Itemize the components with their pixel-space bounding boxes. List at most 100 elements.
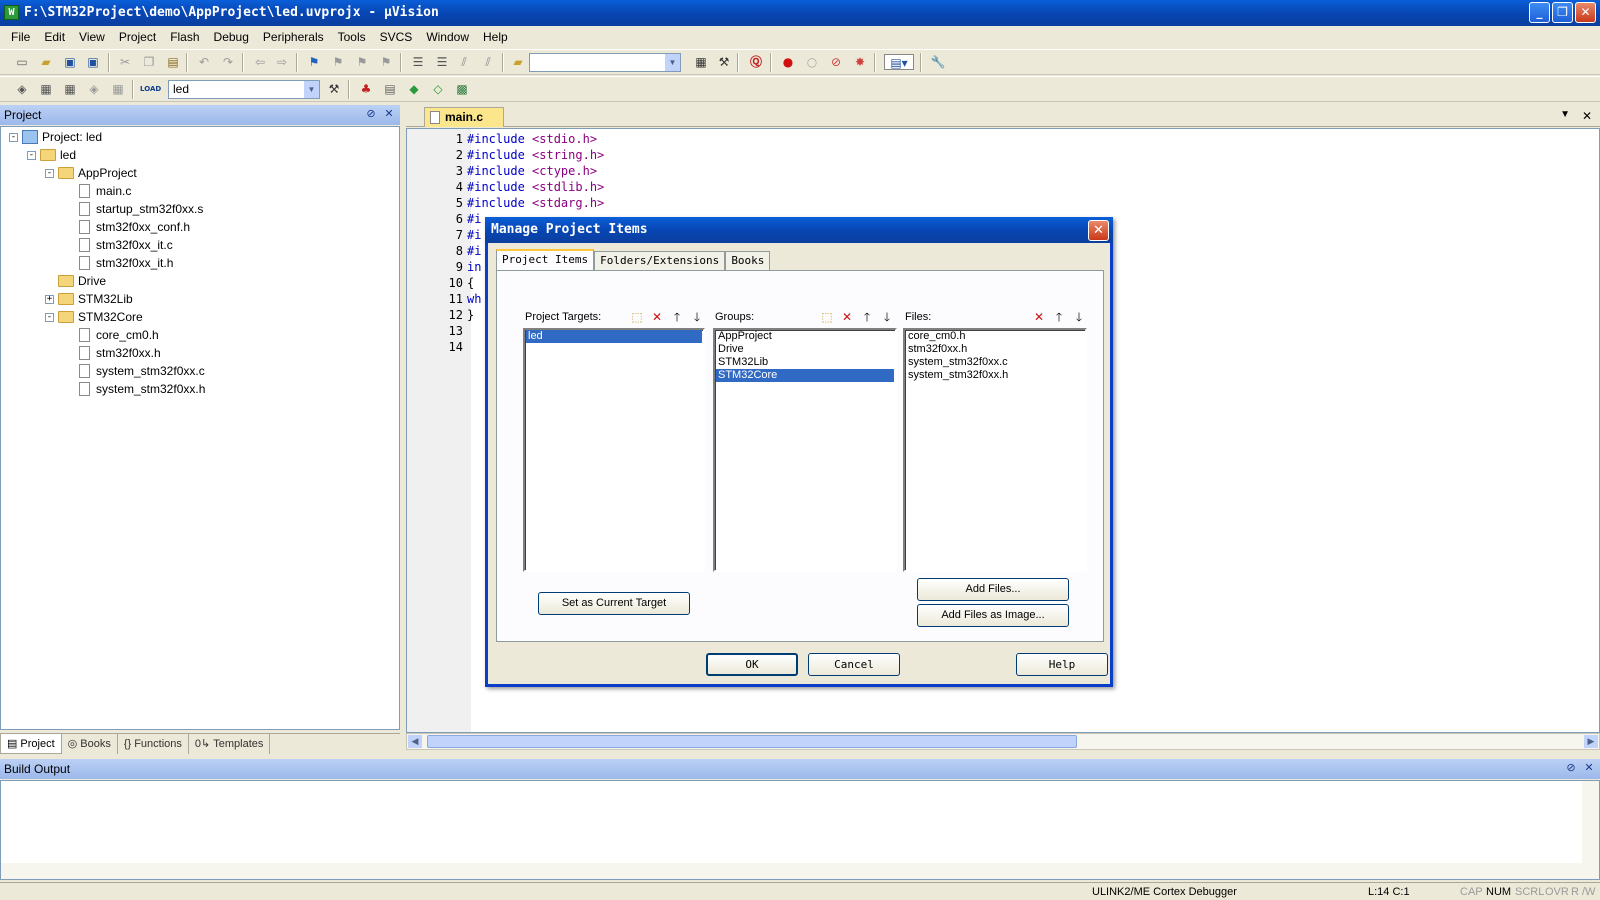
list-item[interactable]: AppProject: [716, 330, 894, 343]
rebuild-icon[interactable]: ▦: [62, 81, 78, 97]
close-button[interactable]: ✕: [1575, 2, 1596, 23]
disable-breakpoint-icon[interactable]: ○: [804, 54, 820, 70]
pin-icon[interactable]: ⊘: [1564, 761, 1578, 775]
collapse-icon[interactable]: -: [45, 168, 54, 178]
menu-window[interactable]: Window: [419, 30, 476, 44]
collapse-icon[interactable]: -: [9, 132, 18, 142]
move-down-icon[interactable]: 🡓: [1071, 309, 1087, 325]
editor-tab-main-c[interactable]: main.c: [424, 107, 504, 127]
tree-item-file[interactable]: core_cm0.h: [79, 326, 159, 344]
list-item[interactable]: stm32f0xx.h: [906, 343, 1084, 356]
build-icon[interactable]: ▦: [38, 81, 54, 97]
list-item[interactable]: system_stm32f0xx.c: [906, 356, 1084, 369]
menu-tools[interactable]: Tools: [331, 30, 373, 44]
find-in-files-icon[interactable]: ▰: [510, 54, 526, 70]
build-output-text[interactable]: [0, 780, 1600, 880]
dialog-close-button[interactable]: ✕: [1088, 220, 1109, 241]
indent-icon[interactable]: ☰: [410, 54, 426, 70]
incremental-find-icon[interactable]: ⚒: [716, 54, 732, 70]
tree-item-group[interactable]: - AppProject: [45, 164, 137, 182]
menu-svcs[interactable]: SVCS: [373, 30, 420, 44]
move-up-icon[interactable]: 🡑: [669, 309, 685, 325]
undo-icon[interactable]: ↶: [196, 54, 212, 70]
restore-button[interactable]: ❐: [1552, 2, 1573, 23]
tab-folders-extensions[interactable]: Folders/Extensions: [594, 251, 726, 271]
chevron-down-icon[interactable]: ▼: [304, 81, 319, 98]
move-up-icon[interactable]: 🡑: [859, 309, 875, 325]
cancel-button[interactable]: Cancel: [808, 653, 900, 676]
open-icon[interactable]: ▰: [38, 54, 54, 70]
tree-item-group[interactable]: Drive: [58, 272, 106, 290]
help-button[interactable]: Help: [1016, 653, 1108, 676]
tree-item-group[interactable]: + STM32Lib: [45, 290, 133, 308]
scroll-right-icon[interactable]: ▶: [1584, 735, 1598, 748]
list-item[interactable]: Drive: [716, 343, 894, 356]
files-list[interactable]: core_cm0.h stm32f0xx.h system_stm32f0xx.…: [903, 328, 1087, 572]
tree-item-project[interactable]: - Project: led: [9, 128, 102, 146]
tree-item-file[interactable]: system_stm32f0xx.c: [79, 362, 205, 380]
cut-icon[interactable]: ✂: [117, 54, 133, 70]
close-editor-icon[interactable]: ✕: [1582, 109, 1592, 123]
pack-installer-icon[interactable]: ▩: [454, 81, 470, 97]
tree-item-file[interactable]: stm32f0xx_it.h: [79, 254, 173, 272]
chevron-down-icon[interactable]: ▼: [665, 54, 680, 71]
new-group-icon[interactable]: ⬚: [819, 309, 835, 325]
nav-forward-icon[interactable]: ⇨: [274, 54, 290, 70]
menu-flash[interactable]: Flash: [163, 30, 206, 44]
tree-item-file[interactable]: stm32f0xx_it.c: [79, 236, 173, 254]
tree-item-file[interactable]: stm32f0xx.h: [79, 344, 161, 362]
menu-help[interactable]: Help: [476, 30, 515, 44]
kill-all-breakpoints-icon[interactable]: ✸: [852, 54, 868, 70]
tab-functions[interactable]: {} Functions: [118, 734, 189, 754]
menu-peripherals[interactable]: Peripherals: [256, 30, 331, 44]
unindent-icon[interactable]: ☰: [434, 54, 450, 70]
manage-project-items-icon[interactable]: ♣: [358, 81, 374, 97]
bookmark-icon[interactable]: ⚑: [306, 54, 322, 70]
expand-icon[interactable]: +: [45, 294, 54, 304]
delete-target-icon[interactable]: ✕: [649, 309, 665, 325]
find-combo[interactable]: ▼: [529, 53, 681, 72]
delete-group-icon[interactable]: ✕: [839, 309, 855, 325]
tab-project-items[interactable]: Project Items: [496, 249, 595, 271]
uncomment-icon[interactable]: ⫽: [480, 54, 496, 70]
redo-icon[interactable]: ↷: [220, 54, 236, 70]
minimize-button[interactable]: _: [1529, 2, 1550, 23]
save-all-icon[interactable]: ▣: [85, 54, 101, 70]
tab-templates[interactable]: 0↳ Templates: [189, 734, 271, 754]
target-options-icon[interactable]: ⚒: [326, 81, 342, 97]
tree-item-target[interactable]: - led: [27, 146, 76, 164]
breakpoint-icon[interactable]: ●: [780, 54, 796, 70]
move-up-icon[interactable]: 🡑: [1051, 309, 1067, 325]
delete-file-icon[interactable]: ✕: [1031, 309, 1047, 325]
download-icon[interactable]: LOAD: [140, 81, 161, 97]
target-select[interactable]: led ▼: [168, 80, 320, 99]
ok-button[interactable]: OK: [706, 653, 798, 676]
debug-session-icon[interactable]: Ⓠ: [748, 54, 764, 70]
set-as-current-target-button[interactable]: Set as Current Target: [538, 592, 690, 615]
menu-project[interactable]: Project: [112, 30, 163, 44]
list-item[interactable]: system_stm32f0xx.h: [906, 369, 1084, 382]
list-item[interactable]: STM32Core: [716, 369, 894, 382]
save-icon[interactable]: ▣: [62, 54, 78, 70]
find-icon[interactable]: ▦: [693, 54, 709, 70]
tab-books[interactable]: ◎ Books: [62, 734, 118, 754]
targets-list[interactable]: led: [523, 328, 705, 572]
tree-item-file[interactable]: system_stm32f0xx.h: [79, 380, 205, 398]
batch-build-icon[interactable]: ◈: [86, 81, 102, 97]
collapse-icon[interactable]: -: [45, 312, 54, 322]
clear-bookmarks-icon[interactable]: ⚑: [378, 54, 394, 70]
tree-item-file[interactable]: startup_stm32f0xx.s: [79, 200, 203, 218]
configure-icon[interactable]: 🔧: [930, 54, 946, 70]
list-item[interactable]: STM32Lib: [716, 356, 894, 369]
add-files-as-image-button[interactable]: Add Files as Image...: [917, 604, 1069, 627]
select-packs-icon[interactable]: ◆: [406, 81, 422, 97]
stop-build-icon[interactable]: ▦: [110, 81, 126, 97]
close-icon[interactable]: ✕: [1582, 761, 1596, 775]
build-output-horizontal-scrollbar[interactable]: [1, 863, 1583, 879]
collapse-icon[interactable]: -: [27, 150, 36, 160]
scroll-left-icon[interactable]: ◀: [408, 735, 422, 748]
window-layout-icon[interactable]: ▤▾: [884, 54, 914, 70]
new-target-icon[interactable]: ⬚: [629, 309, 645, 325]
comment-icon[interactable]: ⫽: [456, 54, 472, 70]
menu-edit[interactable]: Edit: [37, 30, 72, 44]
